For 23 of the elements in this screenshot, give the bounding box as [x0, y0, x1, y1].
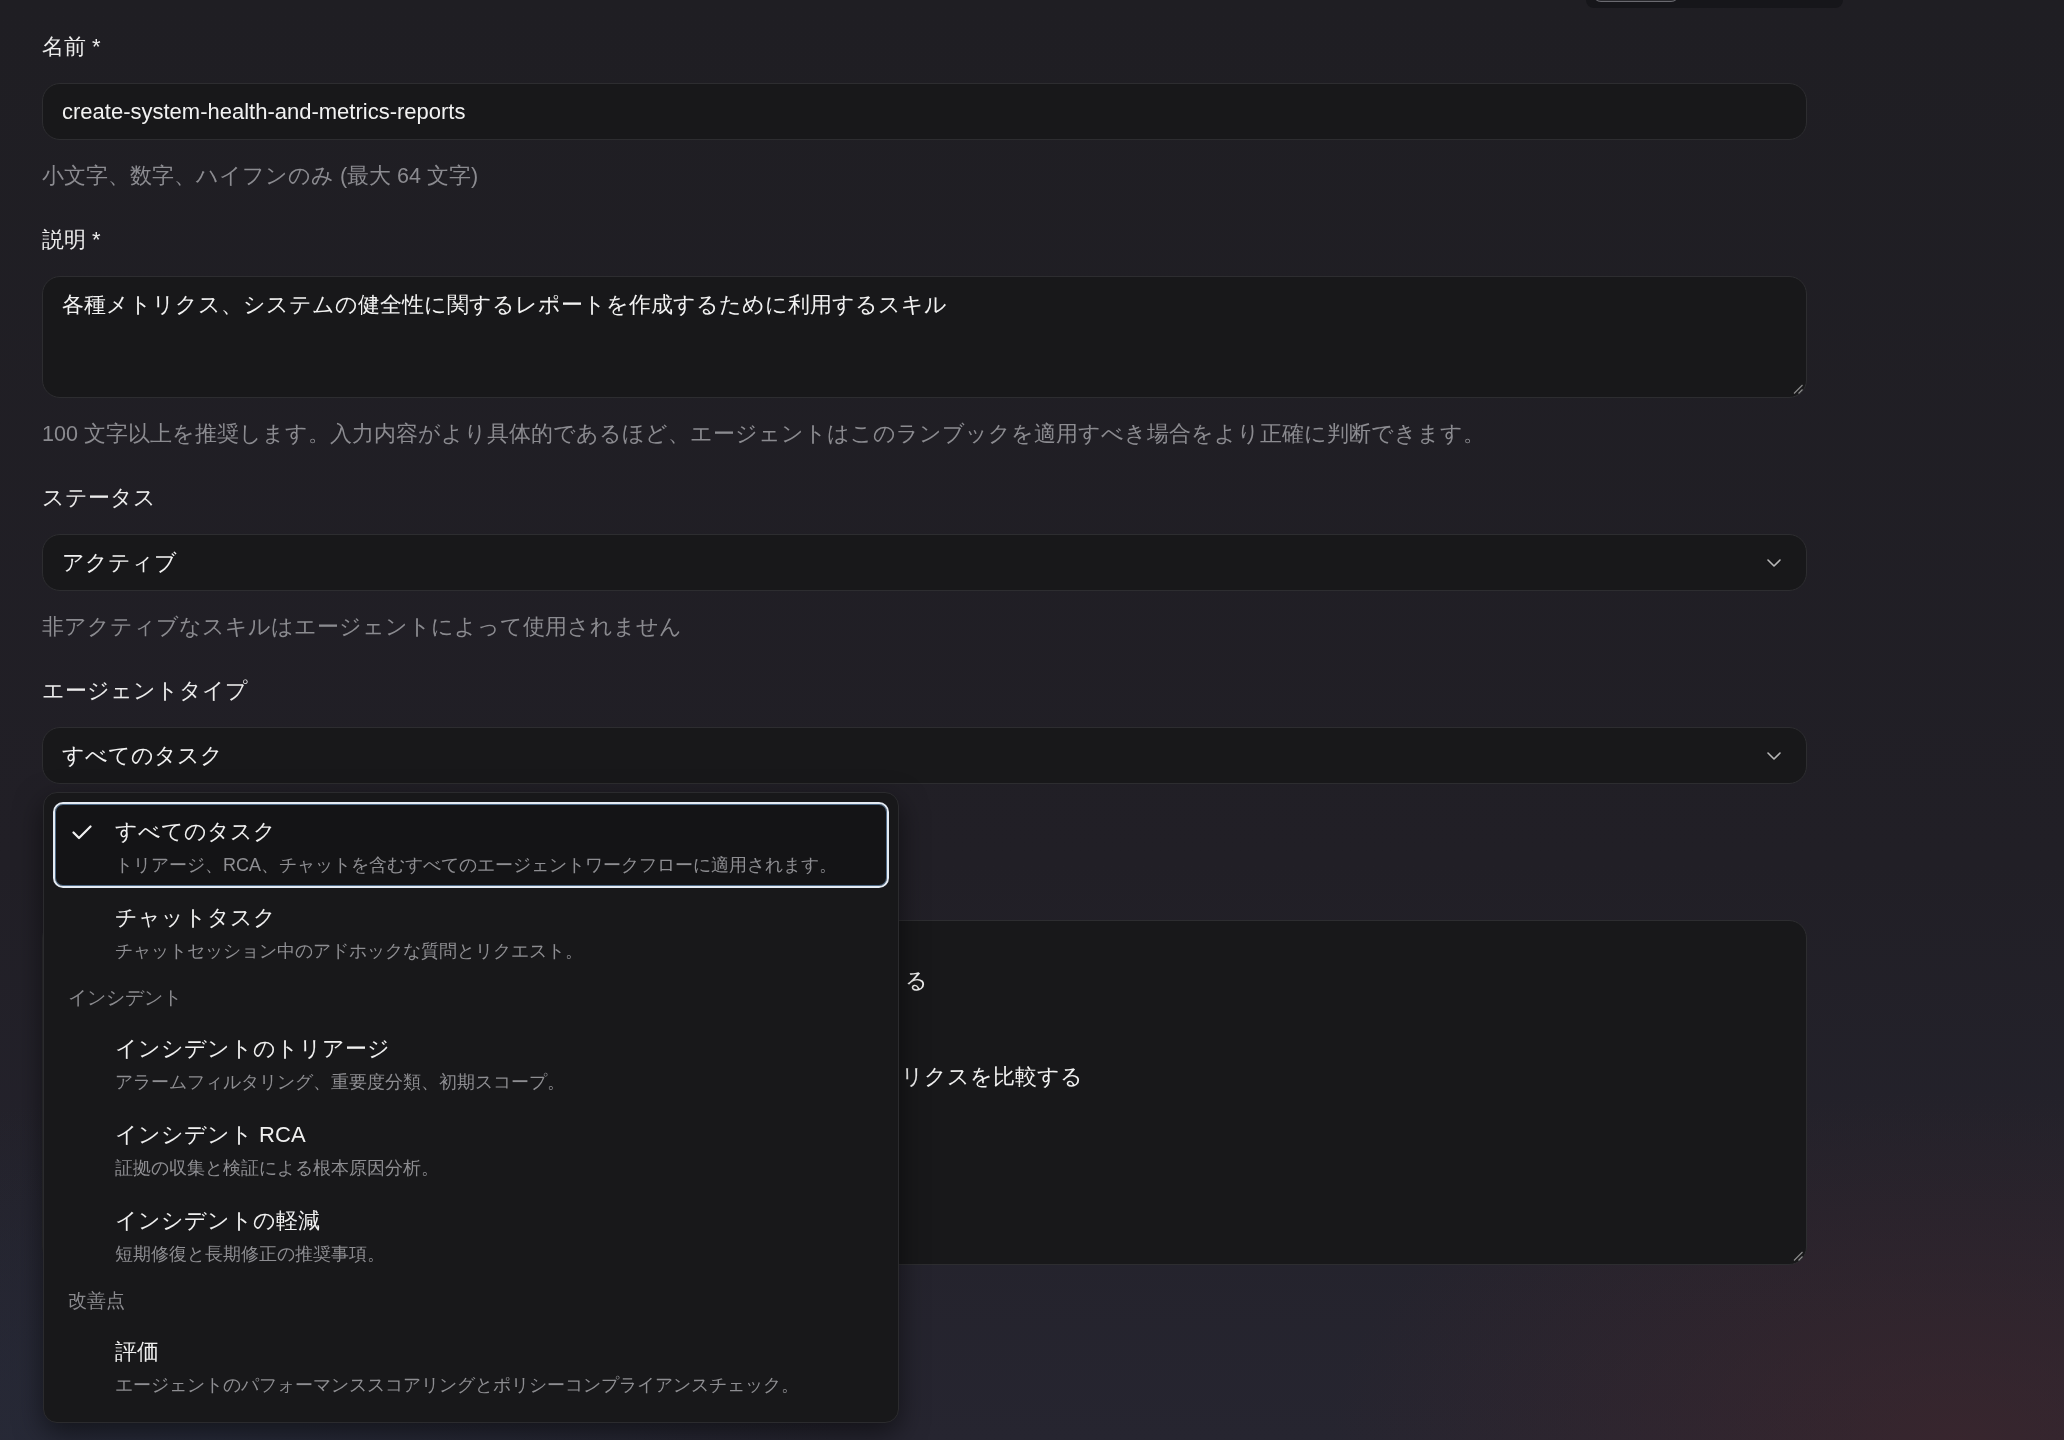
field-label: エージェントタイプ	[42, 677, 249, 705]
textarea-field[interactable]: 各種メトリクス、システムの健全性に関するレポートを作成するために利用するスキル	[42, 276, 1807, 398]
field-hint: 小文字、数字、ハイフンのみ (最大 64 文字)	[42, 163, 480, 190]
text-input[interactable]: create-system-health-and-metrics-reports	[42, 83, 1807, 140]
dropdown-option[interactable]: すべてのタスク トリアージ、RCA、チャットを含むすべてのエージェントワークフローに適用されます。	[53, 802, 889, 888]
field-label: 説明 *	[42, 226, 102, 254]
chevron-down-icon	[1767, 751, 1781, 760]
field-hint: 非アクティブなスキルはエージェントによって使用されません	[42, 614, 683, 641]
field-hint: 100 文字以上を推奨します。入力内容がより具体的であるほど、エージェントはこのランブックを適用すべき場合をより正確に判断できます。	[42, 421, 1486, 448]
resize-grip-icon[interactable]	[1793, 384, 1803, 394]
segmented-control[interactable]	[1586, 0, 1843, 8]
chevron-down-icon	[1767, 558, 1781, 567]
dropdown-option[interactable]: 評価 エージェントのパフォーマンススコアリングとポリシーコンプライアンスチェック。	[53, 1322, 889, 1408]
field-label: ステータス	[42, 484, 157, 512]
dropdown-option[interactable]: インシデントのトリアージ アラームフィルタリング、重要度分類、初期スコープ。	[53, 1019, 889, 1105]
select-field[interactable]: すべてのタスク	[42, 727, 1807, 784]
check-icon	[72, 825, 92, 840]
select-field[interactable]: アクティブ	[42, 534, 1807, 591]
field-label: 名前 *	[42, 33, 102, 61]
resize-grip-icon[interactable]	[1793, 1251, 1803, 1261]
dropdown-option[interactable]: インシデント RCA 証拠の収集と検証による根本原因分析。	[53, 1105, 889, 1191]
group-label: インシデント	[67, 986, 183, 1010]
group-label: 改善点	[67, 1289, 126, 1313]
